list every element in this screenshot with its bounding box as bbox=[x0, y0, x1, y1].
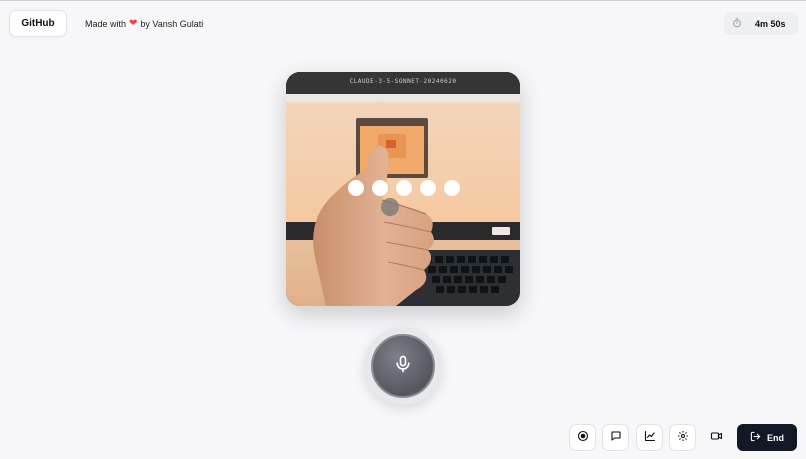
logout-icon bbox=[750, 431, 761, 444]
made-with-author: by Vansh Gulati bbox=[140, 18, 204, 29]
loading-dot bbox=[348, 180, 364, 196]
loading-dot bbox=[396, 180, 412, 196]
timer-value: 4m 50s bbox=[755, 18, 786, 29]
chart-button[interactable] bbox=[636, 424, 663, 451]
microphone-button[interactable] bbox=[371, 334, 435, 398]
heart-icon: ❤ bbox=[129, 18, 138, 29]
session-timer: 4m 50s bbox=[724, 12, 798, 35]
microphone-icon bbox=[393, 353, 413, 380]
made-with-credit: Made with ❤ by Vansh Gulati bbox=[85, 18, 203, 29]
end-button[interactable]: End bbox=[737, 424, 797, 451]
camera-toggle-button[interactable] bbox=[703, 424, 730, 451]
loading-dot bbox=[444, 180, 460, 196]
mic-button-ring bbox=[364, 327, 442, 405]
chart-icon bbox=[644, 429, 656, 447]
model-label: CLAUDE-3-5-SONNET-20240620 bbox=[349, 78, 457, 85]
github-button[interactable]: GitHub bbox=[9, 10, 67, 37]
loading-dot bbox=[372, 180, 388, 196]
gear-icon bbox=[677, 429, 689, 447]
chat-icon bbox=[610, 429, 622, 447]
record-icon bbox=[577, 429, 589, 447]
made-with-prefix: Made with bbox=[85, 18, 127, 29]
chat-button[interactable] bbox=[602, 424, 629, 451]
loading-dot bbox=[420, 180, 436, 196]
video-camera-icon bbox=[710, 429, 723, 447]
loading-dots bbox=[348, 180, 460, 196]
settings-button[interactable] bbox=[669, 424, 696, 451]
end-label: End bbox=[767, 432, 784, 443]
stopwatch-icon bbox=[732, 17, 742, 30]
github-label: GitHub bbox=[21, 18, 55, 29]
webcam-preview: CLAUDE-3-5-SONNET-20240620 bbox=[286, 72, 520, 306]
record-button[interactable] bbox=[569, 424, 596, 451]
